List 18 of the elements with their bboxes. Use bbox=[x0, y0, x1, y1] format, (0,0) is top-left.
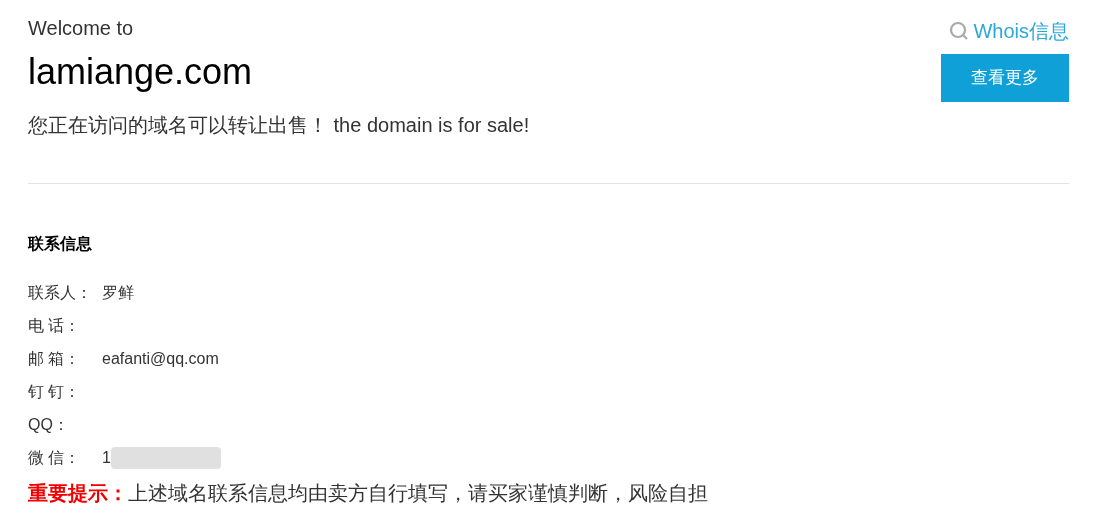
more-button[interactable]: 查看更多 bbox=[941, 54, 1069, 102]
sale-text: 您正在访问的域名可以转让出售！ the domain is for sale! bbox=[28, 113, 530, 138]
contact-value: eafanti@qq.com bbox=[102, 348, 219, 369]
contact-label: QQ： bbox=[28, 414, 70, 435]
contact-label: 邮 箱： bbox=[28, 348, 82, 369]
whois-link[interactable]: Whois信息 bbox=[949, 16, 1069, 46]
welcome-text: Welcome to bbox=[28, 16, 134, 41]
contact-value: 罗鲜 bbox=[102, 282, 134, 303]
contact-label: 微 信： bbox=[28, 447, 82, 468]
search-icon bbox=[949, 21, 970, 41]
contact-label: 电 话： bbox=[28, 315, 82, 336]
notice-text: 上述域名联系信息均由卖方自行填写，请买家谨慎判断，风险自担 bbox=[128, 481, 708, 506]
contact-value: 1 bbox=[102, 447, 111, 468]
contact-label: 钉 钉： bbox=[28, 381, 82, 402]
domain-title: lamiange.com bbox=[28, 50, 253, 94]
notice-label: 重要提示： bbox=[28, 481, 128, 506]
contact-label: 联系人： bbox=[28, 282, 93, 303]
contact-title: 联系信息 bbox=[28, 234, 93, 254]
